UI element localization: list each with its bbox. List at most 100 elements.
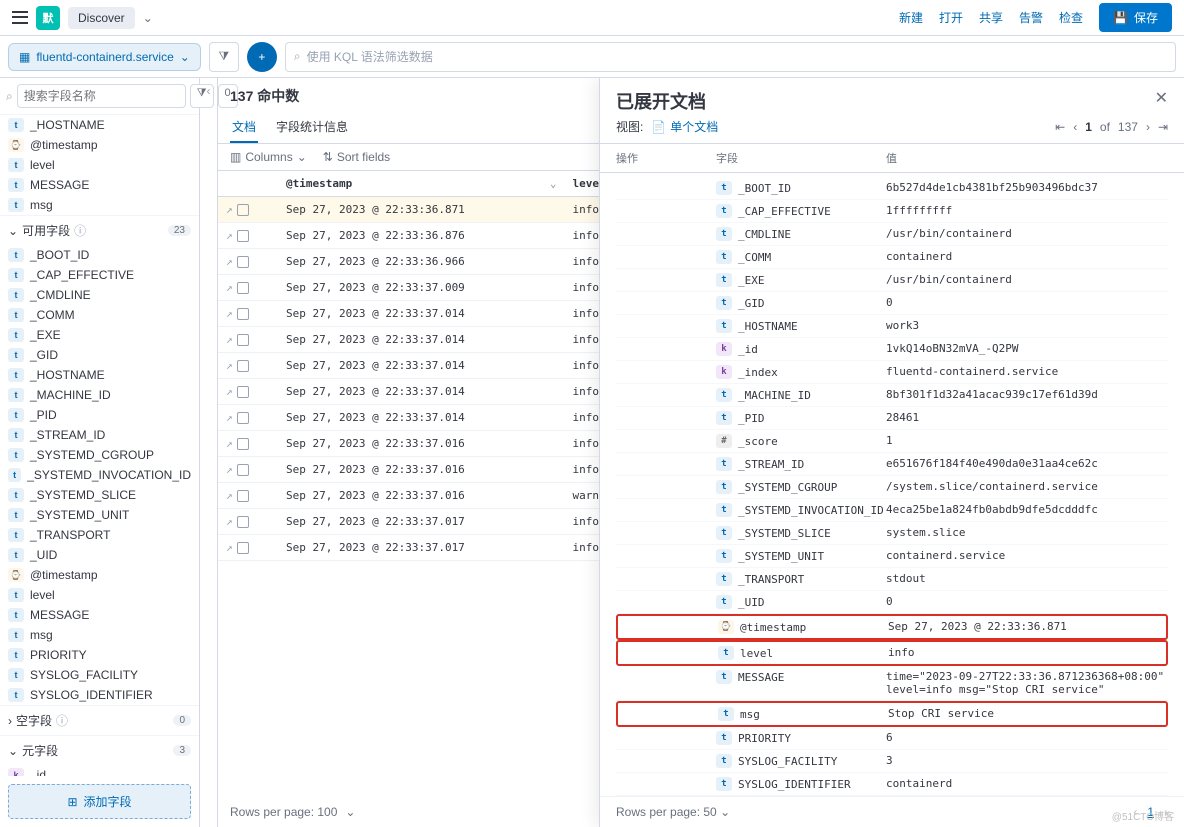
row-checkbox[interactable] [237, 386, 249, 398]
kql-search-input[interactable]: ⌕ 使用 KQL 语法筛选数据 [285, 42, 1176, 72]
hamburger-icon[interactable] [12, 10, 28, 26]
available-field[interactable]: t_CAP_EFFECTIVE [0, 265, 199, 285]
expand-icon[interactable]: ↗ [226, 229, 233, 242]
expand-icon[interactable]: ↗ [226, 437, 233, 450]
available-field[interactable]: t_SYSTEMD_UNIT [0, 505, 199, 525]
available-field[interactable]: t_COMM [0, 305, 199, 325]
top-link[interactable]: 打开 [939, 9, 963, 26]
doc-field-name[interactable]: MESSAGE [738, 671, 784, 684]
expand-icon[interactable]: ↗ [226, 515, 233, 528]
doc-field-name[interactable]: _GID [738, 297, 765, 310]
row-checkbox[interactable] [237, 438, 249, 450]
tab-field-stats[interactable]: 字段统计信息 [274, 112, 350, 143]
doc-field-name[interactable]: _index [738, 366, 778, 379]
row-checkbox[interactable] [237, 464, 249, 476]
save-button[interactable]: 💾保存 [1099, 3, 1172, 32]
top-link[interactable]: 告警 [1019, 9, 1043, 26]
selected-field[interactable]: ⌚@timestamp [0, 135, 199, 155]
expand-icon[interactable]: ↗ [226, 385, 233, 398]
app-logo[interactable]: 默 [36, 6, 60, 30]
close-icon[interactable]: ✕ [1155, 88, 1168, 108]
doc-field-name[interactable]: _COMM [738, 251, 771, 264]
doc-field-name[interactable]: msg [740, 708, 760, 721]
available-field[interactable]: tPRIORITY [0, 645, 199, 665]
prev-icon[interactable]: ‹ [1073, 120, 1077, 134]
add-filter-button[interactable]: + [247, 42, 277, 72]
doc-field-name[interactable]: _STREAM_ID [738, 458, 804, 471]
available-field[interactable]: t_CMDLINE [0, 285, 199, 305]
discover-button[interactable]: Discover [68, 7, 135, 29]
chevron-down-icon[interactable]: ⌄ [345, 805, 355, 819]
available-field[interactable]: t_PID [0, 405, 199, 425]
top-link[interactable]: 共享 [979, 9, 1003, 26]
selected-field[interactable]: tlevel [0, 155, 199, 175]
meta-fields-section[interactable]: ⌄元字段3 [0, 735, 199, 765]
available-field[interactable]: t_HOSTNAME [0, 365, 199, 385]
doc-field-name[interactable]: _UID [738, 596, 765, 609]
doc-field-name[interactable]: @timestamp [740, 621, 806, 634]
row-checkbox[interactable] [237, 230, 249, 242]
top-link[interactable]: 检查 [1059, 9, 1083, 26]
selected-field[interactable]: t_HOSTNAME [0, 115, 199, 135]
next-icon[interactable]: › [1146, 120, 1150, 134]
available-field[interactable]: t_SYSTEMD_SLICE [0, 485, 199, 505]
rows-per-page-selector[interactable]: Rows per page: 100 [230, 805, 337, 819]
available-field[interactable]: tlevel [0, 585, 199, 605]
doc-field-name[interactable]: _CAP_EFFECTIVE [738, 205, 831, 218]
row-checkbox[interactable] [237, 334, 249, 346]
meta-field[interactable]: k_id [0, 765, 199, 776]
available-field[interactable]: t_UID [0, 545, 199, 565]
top-link[interactable]: 新建 [899, 9, 923, 26]
row-checkbox[interactable] [237, 490, 249, 502]
doc-field-name[interactable]: SYSLOG_IDENTIFIER [738, 778, 851, 791]
doc-field-name[interactable]: _TRANSPORT [738, 573, 804, 586]
expand-icon[interactable]: ↗ [226, 203, 233, 216]
doc-field-name[interactable]: _score [738, 435, 778, 448]
doc-field-name[interactable]: _PID [738, 412, 765, 425]
available-field[interactable]: t_SYSTEMD_INVOCATION_ID [0, 465, 199, 485]
available-field[interactable]: tSYSLOG_IDENTIFIER [0, 685, 199, 705]
expand-icon[interactable]: ↗ [226, 541, 233, 554]
doc-field-name[interactable]: level [740, 647, 773, 660]
row-checkbox[interactable] [237, 308, 249, 320]
doc-field-name[interactable]: PRIORITY [738, 732, 791, 745]
sidebar-collapse-handle[interactable]: ‹ [200, 78, 218, 827]
row-checkbox[interactable] [237, 256, 249, 268]
sort-fields-button[interactable]: ⇅Sort fields [323, 150, 390, 164]
available-fields-section[interactable]: ⌄可用字段 ⓘ23 [0, 215, 199, 245]
row-checkbox[interactable] [237, 516, 249, 528]
doc-field-name[interactable]: _BOOT_ID [738, 182, 791, 195]
doc-field-name[interactable]: _SYSTEMD_UNIT [738, 550, 824, 563]
doc-field-name[interactable]: _SYSTEMD_INVOCATION_ID [738, 504, 884, 517]
empty-fields-section[interactable]: ›空字段 ⓘ0 [0, 705, 199, 735]
flyout-rows-per-page[interactable]: Rows per page: 50 ⌄ [616, 805, 730, 819]
doc-field-name[interactable]: _HOSTNAME [738, 320, 798, 333]
columns-button[interactable]: ▥Columns⌄ [230, 150, 307, 164]
available-field[interactable]: tmsg [0, 625, 199, 645]
available-field[interactable]: t_BOOT_ID [0, 245, 199, 265]
dataview-selector[interactable]: ▦ fluentd-containerd.service ⌄ [8, 43, 201, 71]
available-field[interactable]: t_EXE [0, 325, 199, 345]
expand-icon[interactable]: ↗ [226, 489, 233, 502]
available-field[interactable]: t_SYSTEMD_CGROUP [0, 445, 199, 465]
doc-field-name[interactable]: _CMDLINE [738, 228, 791, 241]
available-field[interactable]: t_GID [0, 345, 199, 365]
row-checkbox[interactable] [237, 542, 249, 554]
first-page-icon[interactable]: ⇤ [1055, 120, 1065, 134]
available-field[interactable]: tSYSLOG_FACILITY [0, 665, 199, 685]
expand-icon[interactable]: ↗ [226, 255, 233, 268]
available-field[interactable]: ⌚@timestamp [0, 565, 199, 585]
expand-icon[interactable]: ↗ [226, 359, 233, 372]
add-field-button[interactable]: ⊞ 添加字段 [8, 784, 191, 819]
expand-icon[interactable]: ↗ [226, 463, 233, 476]
doc-field-name[interactable]: _SYSTEMD_CGROUP [738, 481, 837, 494]
selected-field[interactable]: tMESSAGE [0, 175, 199, 195]
available-field[interactable]: t_MACHINE_ID [0, 385, 199, 405]
available-field[interactable]: t_TRANSPORT [0, 525, 199, 545]
row-checkbox[interactable] [237, 412, 249, 424]
selected-field[interactable]: tmsg [0, 195, 199, 215]
row-checkbox[interactable] [237, 282, 249, 294]
available-field[interactable]: tMESSAGE [0, 605, 199, 625]
tab-documents[interactable]: 文档 [230, 112, 258, 143]
doc-field-name[interactable]: _MACHINE_ID [738, 389, 811, 402]
